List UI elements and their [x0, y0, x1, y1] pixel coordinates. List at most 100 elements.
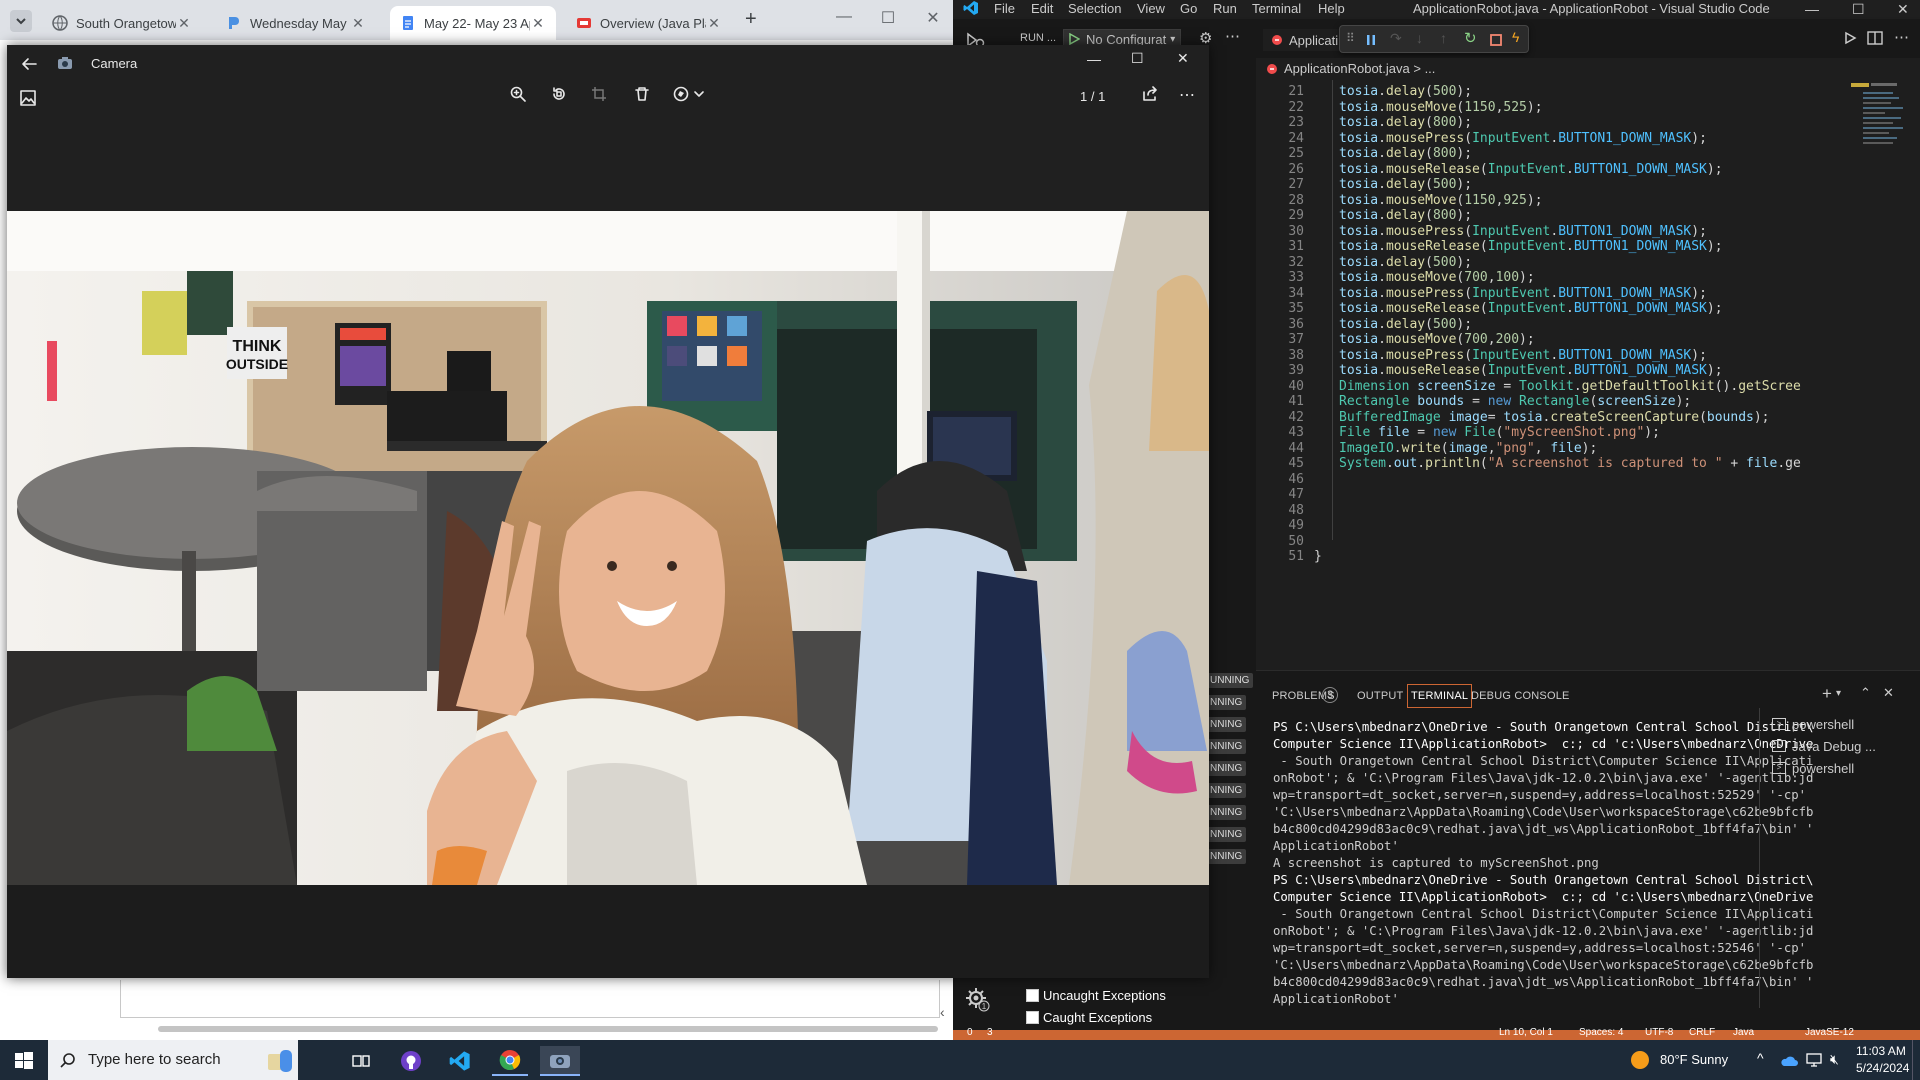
clock-time[interactable]: 11:03 AM [1856, 1044, 1906, 1058]
thread-running-badge[interactable]: NNING [1206, 805, 1247, 820]
menu-selection[interactable]: Selection [1068, 1, 1121, 16]
task-view-button[interactable] [343, 1046, 379, 1076]
onedrive-icon[interactable] [1780, 1054, 1798, 1068]
thread-running-badge[interactable]: NNING [1206, 827, 1247, 842]
grip-icon[interactable]: ⠿ [1346, 31, 1355, 45]
minimize-button[interactable]: — [824, 8, 864, 26]
close-window-button[interactable]: ✕ [913, 8, 953, 28]
maximize-panel-icon[interactable]: ⌃ [1860, 685, 1871, 701]
menu-view[interactable]: View [1137, 1, 1165, 16]
add-terminal-icon[interactable]: + [1822, 684, 1832, 704]
more-icon[interactable]: ⋯ [1894, 28, 1909, 46]
status-spaces[interactable]: Spaces: 4 [1579, 1027, 1623, 1038]
thread-running-badge[interactable]: NNING [1206, 739, 1247, 754]
horizontal-scrollbar[interactable] [158, 1026, 938, 1032]
run-file-icon[interactable] [1843, 31, 1857, 45]
status-encoding[interactable]: UTF-8 [1645, 1027, 1673, 1038]
close-icon[interactable]: ✕ [176, 15, 192, 32]
thread-running-badge[interactable]: NNING [1206, 783, 1247, 798]
back-arrow-icon[interactable] [21, 57, 37, 71]
status-language[interactable]: Java [1733, 1027, 1754, 1038]
menu-go[interactable]: Go [1180, 1, 1197, 16]
status-warnings[interactable]: 3 [987, 1027, 993, 1038]
menu-file[interactable]: File [994, 1, 1015, 16]
checkbox[interactable] [1026, 1011, 1039, 1024]
terminal-instance[interactable]: > Java Debug ... [1772, 735, 1920, 757]
chevron-down-icon[interactable]: ▾ [1836, 688, 1841, 699]
close-icon[interactable]: ✕ [706, 15, 722, 32]
taskbar-github[interactable] [393, 1046, 429, 1076]
menu-help[interactable]: Help [1318, 1, 1345, 16]
lightning-icon[interactable]: ϟ [1512, 29, 1519, 45]
network-icon[interactable] [1806, 1052, 1822, 1068]
tab-output[interactable]: OUTPUT [1357, 690, 1403, 702]
pause-icon[interactable] [1364, 33, 1378, 47]
menu-run[interactable]: Run [1213, 1, 1237, 16]
menu-terminal[interactable]: Terminal [1252, 1, 1301, 16]
thread-running-badge[interactable]: UNNING [1206, 673, 1254, 688]
more-icon[interactable]: ⋯ [1179, 85, 1195, 105]
close-icon[interactable]: ✕ [350, 15, 366, 32]
tab-wednesday[interactable]: Wednesday May 22 ✕ [216, 6, 376, 40]
zoom-in-button[interactable] [504, 80, 532, 108]
tab-java-overview[interactable]: Overview (Java Plat ✕ [566, 6, 732, 40]
maximize-button[interactable]: ☐ [1852, 1, 1865, 18]
more-icon[interactable]: ⋯ [1225, 27, 1240, 45]
breakpoint-caught[interactable]: Caught Exceptions [1026, 1010, 1152, 1025]
close-panel-icon[interactable]: ✕ [1883, 685, 1894, 701]
breakpoint-uncaught[interactable]: Uncaught Exceptions [1026, 988, 1166, 1003]
volume-muted-icon[interactable]: 🔇︎ [1830, 1051, 1839, 1068]
thread-running-badge[interactable]: NNING [1206, 849, 1247, 864]
new-tab-button[interactable]: + [745, 8, 757, 31]
chevron-left-icon[interactable]: ‹ [940, 1004, 954, 1020]
tab-south-orangetown[interactable]: South Orangetown ✕ [42, 6, 202, 40]
tab-terminal[interactable]: TERMINAL [1407, 684, 1473, 708]
checkbox[interactable] [1026, 989, 1039, 1002]
status-cursor[interactable]: Ln 10, Col 1 [1499, 1027, 1553, 1038]
windows-start-icon[interactable] [15, 1052, 33, 1070]
step-into-icon[interactable]: ↓ [1416, 30, 1423, 46]
maximize-button[interactable]: ☐ [868, 8, 908, 28]
tab-may-22[interactable]: May 22- May 23 Ap ✕ [390, 6, 556, 40]
weather-text[interactable]: 80°F Sunny [1660, 1052, 1728, 1067]
step-out-icon[interactable]: ↑ [1440, 30, 1447, 46]
crop-button[interactable] [585, 80, 613, 108]
thread-running-badge[interactable]: NNING [1206, 761, 1247, 776]
stop-icon[interactable] [1489, 33, 1503, 47]
tab-debug-console[interactable]: DEBUG CONSOLE [1471, 690, 1570, 702]
taskbar-vscode[interactable] [442, 1046, 478, 1076]
rotate-button[interactable] [545, 80, 573, 108]
restart-icon[interactable]: ↻ [1464, 29, 1477, 47]
status-eol[interactable]: CRLF [1689, 1027, 1715, 1038]
minimap[interactable] [1849, 80, 1909, 170]
manage-gear-icon[interactable]: 1 [963, 985, 991, 1013]
show-desktop-button[interactable] [1912, 1040, 1920, 1080]
terminal-output[interactable]: PS C:\Users\mbednarz\OneDrive - South Or… [1273, 719, 1817, 1008]
code-editor[interactable]: 21 tosia.delay(500); 22 tosia.mouseMove(115… [1256, 80, 1920, 670]
minimize-button[interactable]: — [1805, 1, 1819, 17]
thread-running-badge[interactable]: NNING [1206, 717, 1247, 732]
weather-sun-icon[interactable] [1630, 1050, 1650, 1070]
tab-search-button[interactable] [10, 10, 32, 32]
delete-button[interactable] [628, 80, 656, 108]
terminal-instance[interactable]: > powershell [1772, 713, 1920, 735]
share-button[interactable] [1136, 80, 1164, 108]
status-errors[interactable]: 0 [967, 1027, 973, 1038]
clock-date[interactable]: 5/24/2024 [1856, 1061, 1909, 1075]
edit-button[interactable] [669, 80, 711, 108]
breadcrumb[interactable]: ApplicationRobot.java > ... [1284, 61, 1435, 76]
close-icon[interactable]: ✕ [530, 15, 546, 32]
status-jdk[interactable]: JavaSE-12 [1805, 1027, 1854, 1038]
terminal-instance[interactable]: > powershell [1772, 757, 1920, 779]
step-over-icon[interactable]: ↷ [1390, 30, 1402, 47]
close-window-button[interactable]: ✕ [1177, 50, 1189, 67]
split-editor-icon[interactable] [1867, 31, 1883, 45]
gallery-icon[interactable] [19, 89, 37, 107]
taskbar-camera[interactable] [540, 1046, 580, 1076]
taskbar-search-box[interactable]: Type here to search [48, 1040, 298, 1080]
maximize-button[interactable]: ☐ [1131, 50, 1144, 67]
menu-edit[interactable]: Edit [1031, 1, 1053, 16]
thread-running-badge[interactable]: NNING [1206, 695, 1247, 710]
taskbar-chrome[interactable] [492, 1046, 528, 1076]
chevron-up-icon[interactable]: ^ [1757, 1050, 1764, 1066]
